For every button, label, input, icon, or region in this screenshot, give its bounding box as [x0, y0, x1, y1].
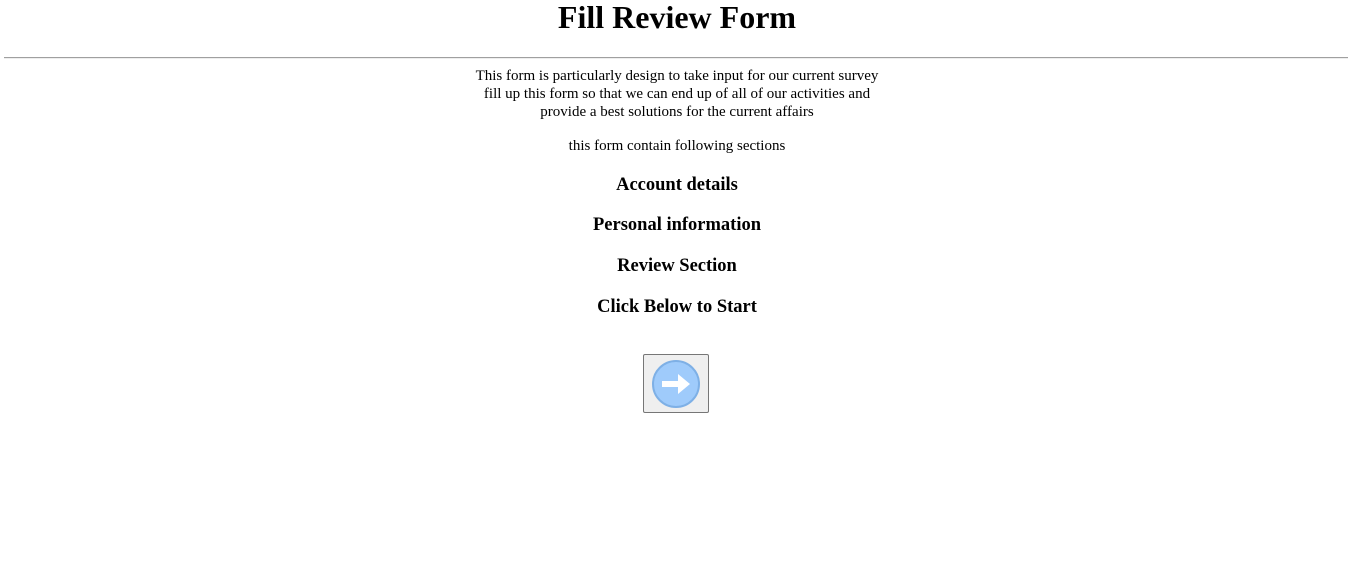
section-heading-personal-information: Personal information — [592, 215, 762, 235]
arrow-right-circle-icon — [652, 359, 700, 408]
review-form-page: Fill Review Form This form is particular… — [0, 0, 1354, 574]
sections-note: this form contain following sections — [568, 138, 786, 154]
start-button[interactable] — [643, 354, 709, 413]
section-heading-account-details: Account details — [616, 175, 738, 195]
page-title: Fill Review Form — [557, 0, 797, 35]
section-heading-review-section: Review Section — [617, 256, 737, 276]
intro-line-3: provide a best solutions for the current… — [540, 104, 814, 120]
intro-line-2: fill up this form so that we can end up … — [483, 86, 871, 102]
title-divider — [4, 57, 1348, 59]
intro-paragraph: This form is particularly design to take… — [0, 67, 1354, 121]
intro-line-1: This form is particularly design to take… — [475, 68, 879, 84]
start-instruction-heading: Click Below to Start — [597, 297, 757, 317]
